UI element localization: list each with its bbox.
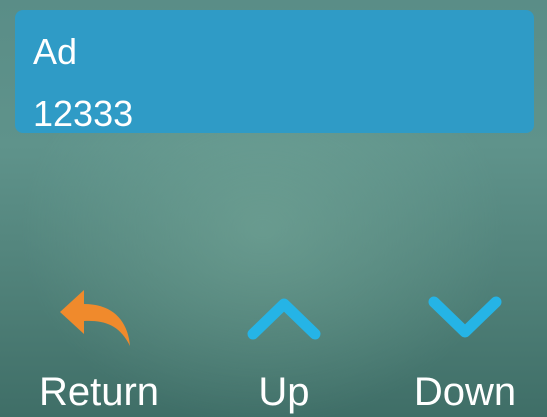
- chevron-up-icon: [247, 298, 321, 340]
- up-label: Up: [258, 370, 310, 414]
- return-label: Return: [38, 370, 160, 414]
- return-button[interactable]: Return: [14, 282, 184, 417]
- chevron-down-icon: [428, 296, 502, 338]
- return-arrow-icon: [60, 290, 130, 346]
- device-screen: Ad 12333 Return Up Down: [0, 0, 547, 417]
- info-value: 12333: [33, 93, 134, 134]
- up-button[interactable]: Up: [199, 282, 369, 417]
- down-label: Down: [413, 370, 517, 414]
- info-panel: Ad 12333: [15, 10, 534, 134]
- info-title: Ad: [33, 31, 78, 72]
- down-button[interactable]: Down: [380, 282, 547, 417]
